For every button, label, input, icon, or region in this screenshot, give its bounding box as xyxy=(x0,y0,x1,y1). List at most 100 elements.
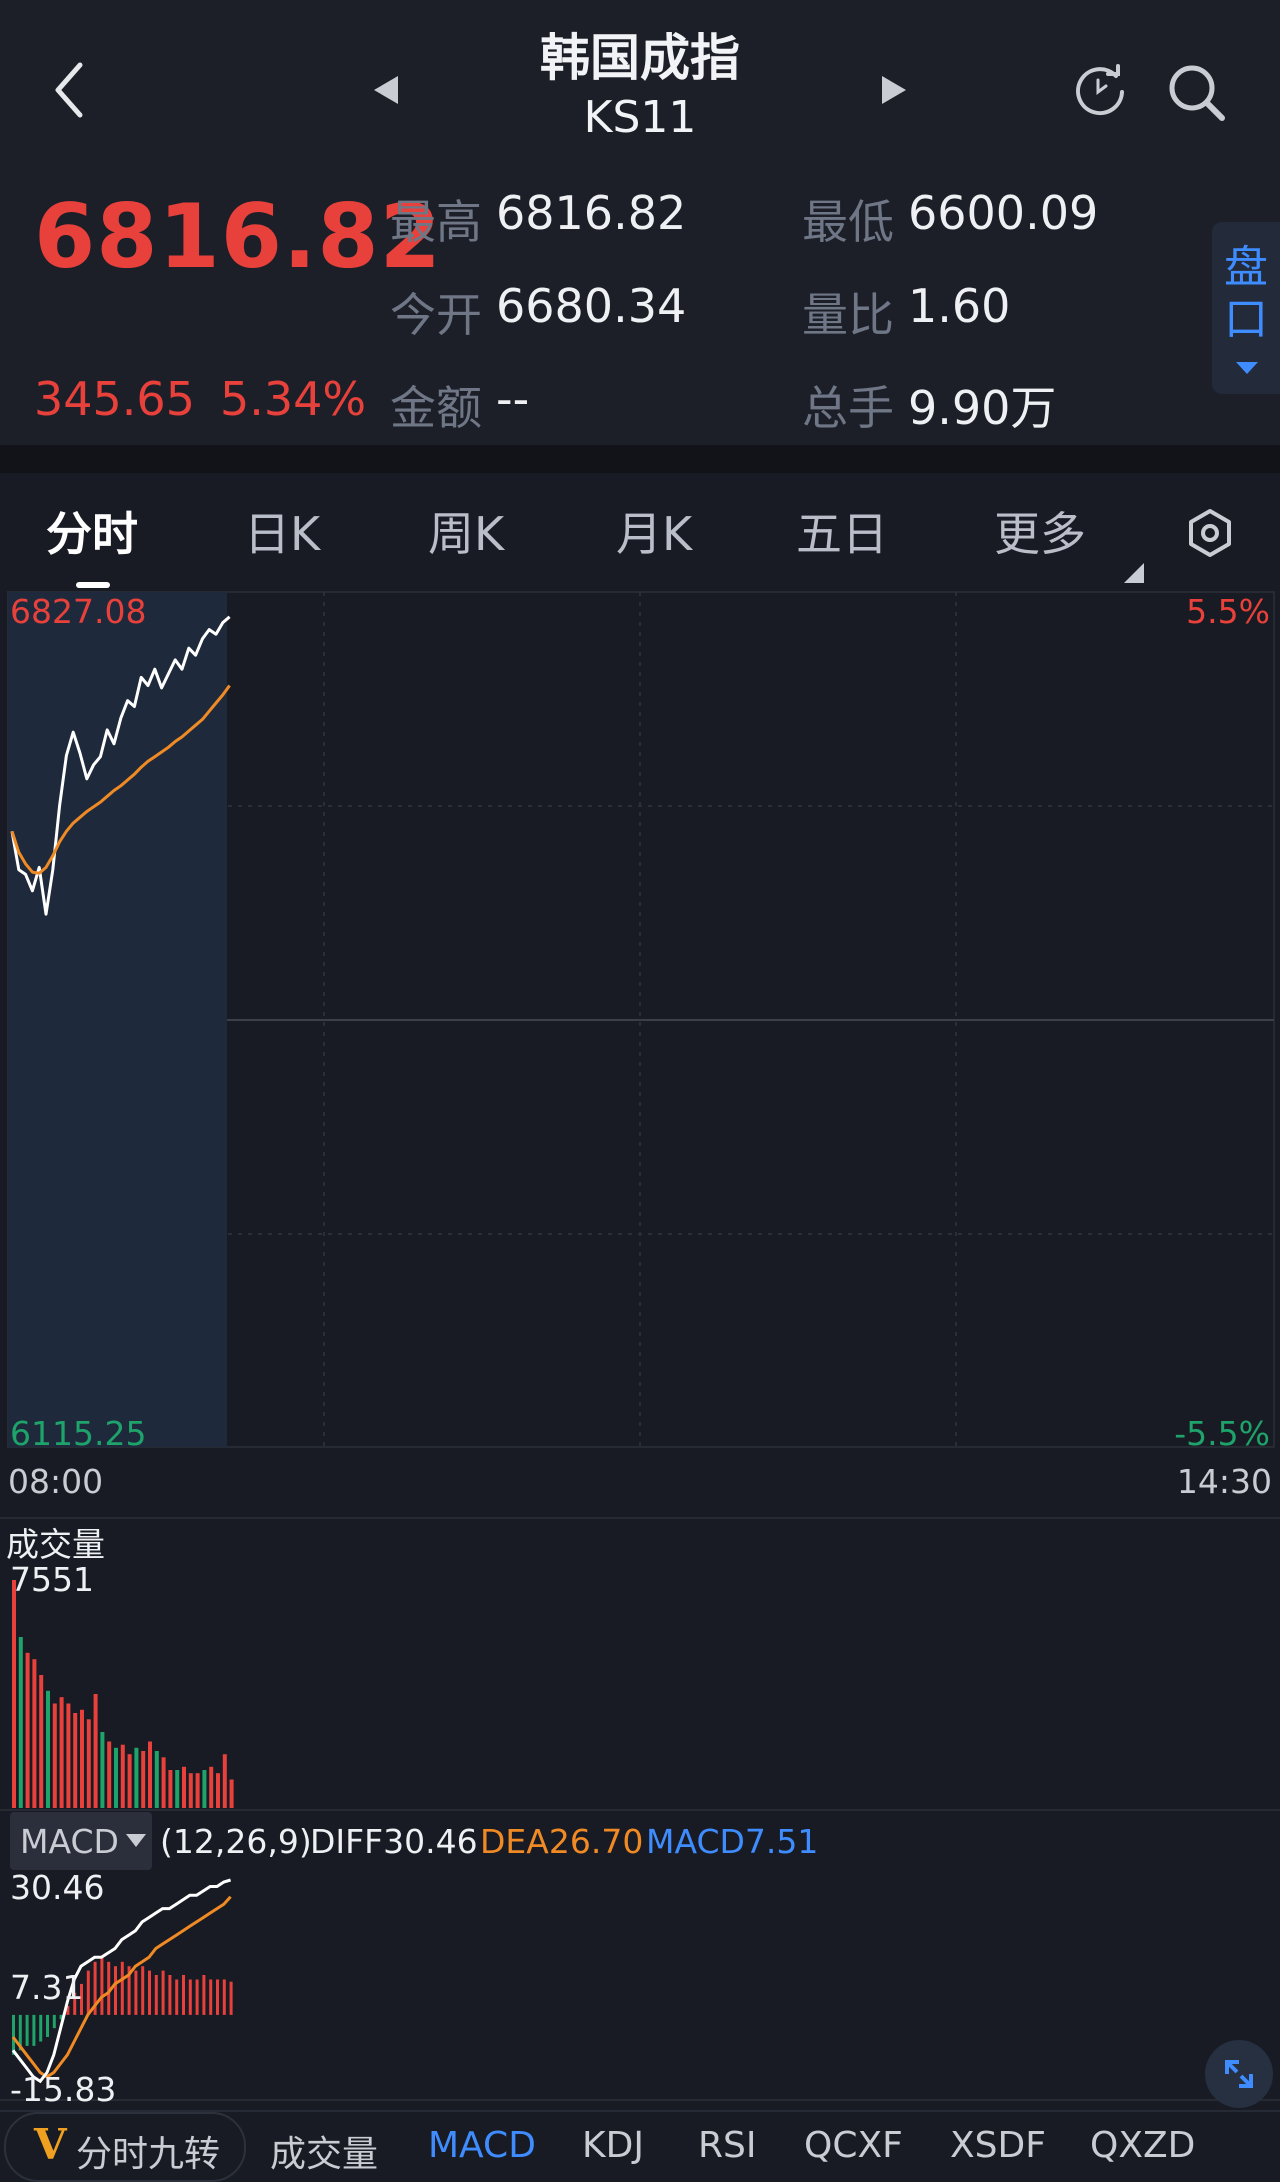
pct-axis-low: -5.5% xyxy=(1174,1414,1270,1453)
pankou-dropdown-icon xyxy=(1236,362,1258,374)
macd-histogram-bar xyxy=(12,2014,15,2055)
volume-bar xyxy=(182,1766,186,1808)
macd-selector-caret-icon xyxy=(126,1834,146,1847)
stat-label-amount: 金额 xyxy=(390,381,482,435)
volume-bar xyxy=(12,1580,16,1808)
volume-bar xyxy=(86,1719,91,1808)
volume-bar xyxy=(66,1703,71,1808)
macd-histogram-bar xyxy=(39,2014,43,2042)
section-divider xyxy=(0,445,1280,473)
macd-histogram-bar xyxy=(182,1975,185,2015)
tab-monthly-k[interactable]: 月K xyxy=(616,498,692,564)
elapsed-session-shade xyxy=(8,592,227,1447)
volume-bar xyxy=(216,1773,220,1808)
tab-daily-k[interactable]: 日K xyxy=(244,498,320,564)
macd-histogram-bar xyxy=(161,1970,165,2015)
volume-bar xyxy=(188,1773,193,1808)
volume-bar xyxy=(93,1694,98,1808)
volume-bar xyxy=(114,1747,118,1808)
settings-icon[interactable] xyxy=(1185,508,1235,558)
macd-histogram-bar xyxy=(154,1975,158,2015)
price-axis-high: 6827.08 xyxy=(10,592,147,631)
macd-params: (12,26,9) xyxy=(160,1822,312,1861)
expand-chart-button[interactable] xyxy=(1205,2040,1273,2108)
macd-histogram-bar xyxy=(100,1957,104,2015)
volume-bar xyxy=(134,1747,139,1808)
volume-bar xyxy=(107,1741,112,1808)
volume-bar xyxy=(229,1779,234,1808)
volume-bar xyxy=(25,1652,30,1808)
search-icon[interactable] xyxy=(1162,58,1232,128)
macd-macd-value: MACD7.51 xyxy=(646,1822,819,1861)
volume-bar xyxy=(52,1703,57,1808)
macd-histogram-bar xyxy=(141,1966,145,2015)
macd-histogram-bar xyxy=(120,1961,124,2015)
indicator-tab-rsi[interactable]: RSI xyxy=(698,2125,756,2166)
pct-axis-high: 5.5% xyxy=(1186,592,1270,631)
macd-selector-label: MACD xyxy=(20,1822,119,1861)
macd-axis-bottom: -15.83 xyxy=(10,2070,117,2109)
chart-area[interactable] xyxy=(0,590,1280,2180)
volume-bar xyxy=(127,1754,132,1808)
price-change-pct: 5.34% xyxy=(220,372,367,426)
macd-histogram-bar xyxy=(188,1979,192,2015)
volume-bar xyxy=(46,1690,50,1808)
volume-bar xyxy=(202,1770,207,1808)
volume-bar xyxy=(120,1744,125,1808)
price-axis-low: 6115.25 xyxy=(10,1414,147,1453)
macd-dea-value: DEA26.70 xyxy=(480,1822,644,1861)
stat-label-volume-ratio: 量比 xyxy=(802,288,894,342)
stat-label-high: 最高 xyxy=(390,195,482,249)
tab-weekly-k[interactable]: 周K xyxy=(428,498,504,564)
macd-histogram-bar xyxy=(134,1970,138,2015)
volume-bar xyxy=(195,1773,200,1808)
indicator-tab-xsdf[interactable]: XSDF xyxy=(950,2125,1046,2166)
volume-bar xyxy=(73,1713,78,1808)
volume-bar xyxy=(209,1766,214,1808)
indicator-tab-qcxf[interactable]: QCXF xyxy=(804,2125,903,2166)
volume-bar xyxy=(154,1751,159,1808)
volume-chart-layer xyxy=(12,1580,234,1808)
price-change: 345.65 xyxy=(34,372,195,426)
tab-five-day[interactable]: 五日 xyxy=(796,498,888,564)
stat-label-low: 最低 xyxy=(802,195,894,249)
stat-value-low: 6600.09 xyxy=(908,186,1099,240)
tab-active-indicator xyxy=(76,582,110,588)
stat-value-volume-ratio: 1.60 xyxy=(908,279,1011,333)
macd-axis-top: 30.46 xyxy=(10,1868,105,1907)
indicator-tab-kdj[interactable]: KDJ xyxy=(582,2125,644,2166)
expand-icon xyxy=(1225,2060,1253,2088)
macd-histogram-bar xyxy=(114,1966,117,2015)
volume-bar xyxy=(148,1741,152,1808)
volume-bar xyxy=(175,1770,180,1808)
more-dropdown-icon xyxy=(1124,563,1144,583)
macd-histogram-bar xyxy=(222,1979,226,2015)
macd-histogram-bar xyxy=(202,1975,206,2015)
macd-histogram-bar xyxy=(229,1981,233,2015)
macd-histogram-bar xyxy=(25,2014,29,2046)
volume-bar xyxy=(222,1754,227,1808)
macd-diff-value: DIFF30.46 xyxy=(310,1822,478,1861)
volume-bar xyxy=(80,1709,84,1808)
tab-more[interactable]: 更多 xyxy=(994,498,1086,564)
stat-label-total-hands: 总手 xyxy=(802,381,894,435)
volume-bar xyxy=(32,1659,37,1808)
volume-bar xyxy=(141,1751,146,1808)
indicator-tab-volume[interactable]: 成交量 xyxy=(270,2125,378,2177)
volume-max-label: 7551 xyxy=(10,1560,94,1599)
volume-bar xyxy=(168,1770,173,1808)
macd-histogram-bar xyxy=(86,1970,90,2015)
indicator-tab-qxzd[interactable]: QXZD xyxy=(1090,2125,1195,2166)
nine-turn-logo-icon: V xyxy=(34,2120,67,2169)
next-index-icon[interactable] xyxy=(876,72,912,108)
indicator-tab-nine-turn[interactable]: 分时九转 xyxy=(76,2125,220,2177)
macd-histogram-bar xyxy=(209,1979,213,2015)
macd-histogram-bar xyxy=(46,2014,49,2037)
tab-intraday[interactable]: 分时 xyxy=(46,498,138,564)
stat-value-high: 6816.82 xyxy=(496,186,687,240)
stat-value-open: 6680.34 xyxy=(496,279,687,333)
pankou-label-1: 盘 xyxy=(1224,242,1268,293)
refresh-icon[interactable] xyxy=(1072,62,1128,118)
indicator-tab-macd[interactable]: MACD xyxy=(428,2125,536,2166)
macd-histogram-bar xyxy=(32,2014,36,2046)
